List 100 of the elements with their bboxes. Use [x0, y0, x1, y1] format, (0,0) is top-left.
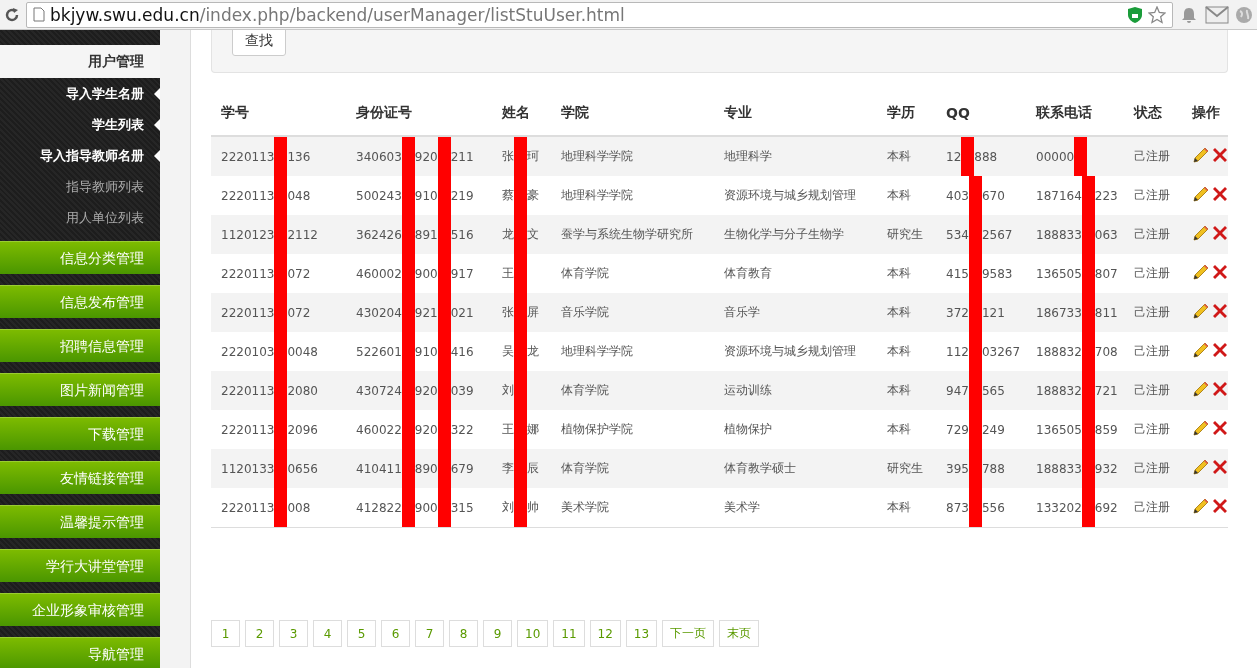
search-button[interactable]: 查找	[232, 30, 286, 56]
table-cell: 534	[946, 227, 969, 242]
edit-pencil-icon[interactable]	[1192, 302, 1209, 320]
sidebar-item[interactable]: 友情链接管理	[0, 461, 160, 494]
table-cell: 2220113	[221, 266, 275, 281]
table-cell: 121	[981, 305, 1005, 320]
page-link[interactable]: 11	[553, 620, 585, 647]
sidebar-item[interactable]: 学行大讲堂管理	[0, 549, 160, 582]
table-cell: 辰	[527, 460, 539, 477]
edit-pencil-icon[interactable]	[1192, 341, 1209, 359]
page-link[interactable]: 4	[313, 620, 342, 647]
table-cell: 文	[527, 226, 539, 243]
edit-pencil-icon[interactable]	[1192, 497, 1209, 515]
table-cell: 2220113	[221, 500, 275, 515]
address-field[interactable]: bkjyw.swu.edu.cn/index.php/backend/userManager/listStuUser.html	[26, 1, 1173, 28]
page-link[interactable]: 13	[625, 620, 658, 647]
table-cell: 珂	[527, 148, 539, 165]
page-link[interactable]: 1	[211, 620, 240, 647]
table-cell: 2220113	[221, 383, 275, 398]
table-cell: 708	[1094, 344, 1118, 359]
table-cell: 植物保护	[724, 422, 772, 436]
table-cell: 692	[1094, 500, 1118, 515]
sidebar-item[interactable]: 图片新闻管理	[0, 373, 160, 406]
sidebar-item[interactable]: 企业形象审核管理	[0, 593, 160, 626]
delete-icon[interactable]	[1213, 265, 1227, 279]
table-cell: 072	[287, 266, 311, 281]
table-cell: 410411	[356, 461, 402, 476]
star-icon[interactable]	[1148, 5, 1166, 24]
sidebar-item[interactable]: 招聘信息管理	[0, 329, 160, 362]
table-cell: 670	[981, 188, 1005, 203]
table-cell: 412822	[356, 500, 402, 515]
sidebar-section[interactable]: 用户管理	[0, 45, 160, 78]
mail-icon[interactable]	[1205, 5, 1229, 24]
edit-pencil-icon[interactable]	[1192, 419, 1209, 437]
delete-icon[interactable]	[1213, 226, 1227, 240]
redaction-bar	[437, 137, 451, 176]
table-cell: 211	[450, 149, 474, 164]
table-cell: 美术学院	[561, 500, 609, 514]
table-cell: 资源环境与城乡规划管理	[724, 188, 856, 202]
edit-pencil-icon[interactable]	[1192, 458, 1209, 476]
page-link[interactable]: 2	[245, 620, 274, 647]
page-link[interactable]: 5	[347, 620, 376, 647]
table-cell: 张	[502, 148, 514, 165]
page-link[interactable]: 末页	[719, 620, 760, 647]
table-cell: 00000	[1036, 149, 1075, 164]
column-header: 学历	[887, 104, 915, 120]
table-cell: 吴	[502, 343, 514, 360]
column-header: 姓名	[502, 104, 530, 120]
delete-icon[interactable]	[1213, 187, 1227, 201]
delete-icon[interactable]	[1213, 343, 1227, 357]
page-link[interactable]: 10	[517, 620, 549, 647]
sidebar-item[interactable]: 导航管理	[0, 637, 160, 668]
column-header: QQ	[946, 105, 970, 121]
page-link[interactable]: 9	[483, 620, 512, 647]
sidebar-item[interactable]: 下载管理	[0, 417, 160, 450]
table-cell: 己注册	[1134, 422, 1170, 436]
table-cell: 920	[414, 383, 438, 398]
page-link[interactable]: 6	[381, 620, 410, 647]
sidebar-item[interactable]: 信息发布管理	[0, 285, 160, 318]
sidebar-item[interactable]: 温馨提示管理	[0, 505, 160, 538]
reload-icon[interactable]	[4, 6, 20, 23]
table-cell: 本科	[887, 149, 911, 163]
page-link[interactable]: 3	[279, 620, 308, 647]
edit-pencil-icon[interactable]	[1192, 185, 1209, 203]
table-cell: 己注册	[1134, 266, 1170, 280]
page-link[interactable]: 12	[589, 620, 621, 647]
delete-icon[interactable]	[1213, 460, 1227, 474]
redaction-bar	[274, 488, 288, 527]
edit-pencil-icon[interactable]	[1192, 263, 1209, 281]
edit-pencil-icon[interactable]	[1192, 224, 1209, 242]
table-cell: 223	[1094, 188, 1118, 203]
page-link[interactable]: 下一页	[662, 620, 715, 647]
delete-icon[interactable]	[1213, 304, 1227, 318]
delete-icon[interactable]	[1213, 499, 1227, 513]
table-cell: 蔡	[502, 187, 514, 204]
table-cell: 王	[502, 265, 514, 282]
redaction-bar	[401, 137, 415, 176]
table-cell: 048	[287, 188, 311, 203]
page-link[interactable]: 7	[415, 620, 444, 647]
table-cell: 921	[414, 305, 438, 320]
table-cell: 体育学院	[561, 266, 609, 280]
page-link[interactable]: 8	[449, 620, 478, 647]
delete-icon[interactable]	[1213, 421, 1227, 435]
sidebar-subitem[interactable]: 用人单位列表	[0, 202, 160, 233]
delete-icon[interactable]	[1213, 148, 1227, 162]
sidebar-item[interactable]: 信息分类管理	[0, 241, 160, 274]
redaction-bar	[968, 488, 982, 527]
table-cell: 刘	[502, 382, 514, 399]
table-cell: 豪	[527, 187, 539, 204]
edit-pencil-icon[interactable]	[1192, 380, 1209, 398]
table-cell: 生物化学与分子生物学	[724, 227, 844, 241]
table-cell: 研究生	[887, 461, 923, 475]
shield-icon[interactable]	[1127, 5, 1143, 24]
table-cell: 本科	[887, 383, 911, 397]
edit-pencil-icon[interactable]	[1192, 146, 1209, 164]
table-cell: 807	[1094, 266, 1118, 281]
table-cell: 219	[450, 188, 474, 203]
delete-icon[interactable]	[1213, 382, 1227, 396]
table-cell: 0048	[287, 344, 318, 359]
sidebar-subitem[interactable]: 指导教师列表	[0, 171, 160, 202]
